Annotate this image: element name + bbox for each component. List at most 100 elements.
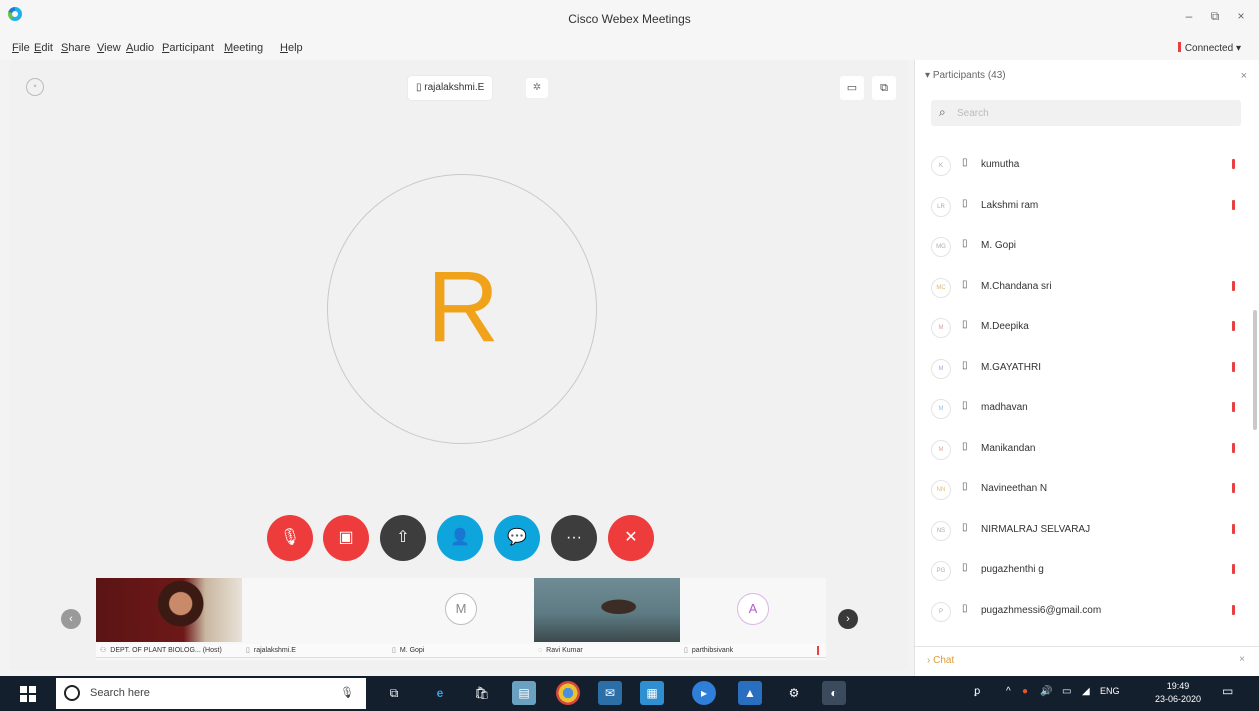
participant-search[interactable]: ⌕ bbox=[931, 100, 1241, 126]
chat-button[interactable]: 💬 bbox=[494, 515, 540, 561]
leave-meeting-button[interactable]: ✕ bbox=[608, 515, 654, 561]
muted-icon[interactable] bbox=[1232, 442, 1235, 453]
network-icon[interactable]: ◢ bbox=[1082, 686, 1090, 697]
app-icon[interactable]: ▤ bbox=[512, 681, 536, 705]
muted-icon bbox=[817, 646, 819, 655]
volume-icon[interactable]: 🔊 bbox=[1040, 686, 1052, 697]
more-options-button[interactable]: ··· bbox=[551, 515, 597, 561]
participant-avatar: P bbox=[931, 601, 951, 622]
chat-close-icon[interactable]: × bbox=[1239, 654, 1245, 665]
settings-icon[interactable]: ⚙ bbox=[782, 681, 806, 705]
meeting-info-icon[interactable]: ◦ bbox=[26, 78, 44, 96]
thumbnails-next-button[interactable]: › bbox=[838, 609, 858, 629]
muted-icon[interactable] bbox=[1232, 564, 1235, 574]
muted-icon[interactable] bbox=[1232, 321, 1235, 331]
thumbnail-label: ▯ parthibsivank bbox=[680, 644, 826, 658]
participant-row[interactable]: K ▯ kumutha bbox=[915, 146, 1255, 187]
muted-icon[interactable] bbox=[1232, 604, 1235, 615]
zoom-icon[interactable]: ▸ bbox=[692, 681, 716, 705]
participant-row[interactable]: M ▯ M.Deepika bbox=[915, 308, 1255, 349]
device-icon: ▯ bbox=[962, 481, 968, 492]
notifications-icon[interactable]: ▭ bbox=[1222, 684, 1233, 698]
maximize-button[interactable]: ⧉ bbox=[1206, 9, 1224, 24]
close-window-button[interactable]: × bbox=[1232, 9, 1250, 23]
participant-row[interactable]: M ▯ M.GAYATHRI bbox=[915, 349, 1255, 390]
chrome-icon[interactable] bbox=[556, 681, 580, 705]
menu-help[interactable]: Help bbox=[280, 42, 303, 54]
muted-icon[interactable] bbox=[1232, 483, 1235, 493]
muted-icon[interactable] bbox=[1232, 361, 1235, 372]
battery-icon[interactable]: ▭ bbox=[1062, 686, 1071, 697]
tray-chevron-icon[interactable]: ^ bbox=[1006, 686, 1011, 697]
muted-icon[interactable] bbox=[1232, 280, 1235, 291]
participants-panel: ▾ Participants (43) × ⌕ K ▯ kumutha LR ▯ Lak… bbox=[914, 60, 1259, 676]
participant-row[interactable]: NS ▯ NIRMALRAJ SELVARAJ bbox=[915, 511, 1255, 552]
search-icon: ⌕ bbox=[939, 105, 946, 119]
taskbar-search-box[interactable]: Search here 🎙 bbox=[56, 678, 366, 709]
participant-row[interactable]: MC ▯ M.Chandana sri bbox=[915, 268, 1255, 309]
stop-video-button[interactable]: ▣ bbox=[323, 515, 369, 561]
thumbnail-label: ⚇ DEPT. OF PLANT BIOLOG... (Host) bbox=[96, 644, 242, 658]
store-icon[interactable]: 🛍 bbox=[470, 681, 494, 705]
menu-share[interactable]: Share bbox=[61, 42, 90, 54]
pin-icon[interactable]: ✲ bbox=[526, 78, 548, 98]
task-view-icon[interactable]: ⧉ bbox=[382, 681, 406, 705]
muted-icon[interactable] bbox=[1232, 402, 1235, 412]
tray-app-icon[interactable]: ● bbox=[1022, 686, 1028, 697]
connection-status[interactable]: Connected ▾ bbox=[1177, 42, 1241, 54]
participants-button[interactable]: 👤 bbox=[437, 515, 483, 561]
participant-avatar: NS bbox=[931, 520, 951, 541]
participant-name: Navineethan N bbox=[981, 483, 1048, 494]
menu-audio[interactable]: Audio bbox=[126, 42, 154, 54]
menu-file[interactable]: File bbox=[12, 42, 30, 54]
panel-close-icon[interactable]: × bbox=[1241, 70, 1247, 82]
menu-participant[interactable]: Participant bbox=[162, 42, 214, 54]
muted-icon[interactable] bbox=[1232, 199, 1235, 210]
thumbnail-avatar: A bbox=[737, 593, 769, 625]
participant-thumbnail[interactable]: M ▯ M. Gopi bbox=[388, 578, 534, 660]
thumbnails-prev-button[interactable]: ‹ bbox=[61, 609, 81, 629]
participant-thumbnail[interactable]: ◌ Ravi Kumar bbox=[534, 578, 680, 660]
participant-row[interactable]: P ▯ pugazhmessi6@gmail.com bbox=[915, 592, 1255, 633]
minimize-button[interactable]: – bbox=[1180, 9, 1198, 23]
participant-row[interactable]: LR ▯ Lakshmi ram bbox=[915, 187, 1255, 228]
participant-thumbnail[interactable]: ▯ rajalakshmi.E bbox=[242, 578, 388, 660]
popout-icon[interactable]: ⧉ bbox=[872, 76, 896, 100]
layout-icon[interactable]: ▭ bbox=[840, 76, 864, 100]
participant-row[interactable]: M ▯ Manikandan bbox=[915, 430, 1255, 471]
mail-icon[interactable]: ✉ bbox=[598, 681, 622, 705]
participant-search-input[interactable] bbox=[957, 105, 1217, 121]
thumbnail-avatar: M bbox=[445, 593, 477, 625]
participant-list-scrollbar[interactable] bbox=[1253, 310, 1257, 430]
menu-view[interactable]: View bbox=[97, 42, 121, 54]
webex-taskbar-icon[interactable]: ◐ bbox=[822, 681, 846, 705]
language-indicator[interactable]: ENG bbox=[1100, 686, 1120, 696]
participant-row[interactable]: NN ▯ Navineethan N bbox=[915, 470, 1255, 511]
muted-icon[interactable] bbox=[1232, 523, 1235, 534]
participant-avatar: NN bbox=[931, 480, 951, 500]
muted-icon[interactable] bbox=[1232, 159, 1235, 169]
menu-meeting[interactable]: Meeting bbox=[224, 42, 263, 54]
participant-thumbnail[interactable]: ⚇ DEPT. OF PLANT BIOLOG... (Host) bbox=[96, 578, 242, 660]
windows-taskbar: Search here 🎙 ⧉ e 🛍 ▤ ✉ ▦ ▸ ▲ ⚙ ◐ ꝑ ^ ● … bbox=[0, 676, 1259, 711]
participant-row[interactable]: M ▯ madhavan bbox=[915, 389, 1255, 430]
image-viewer-icon[interactable]: ▲ bbox=[738, 681, 762, 705]
microphone-icon[interactable]: 🎙 bbox=[340, 686, 354, 699]
menu-edit[interactable]: Edit bbox=[34, 42, 53, 54]
participant-avatar: M bbox=[931, 439, 951, 460]
participant-row[interactable]: MG ▯ M. Gopi bbox=[915, 227, 1255, 268]
participant-thumbnail[interactable]: A ▯ parthibsivank bbox=[680, 578, 826, 660]
device-icon: ▯ bbox=[962, 197, 968, 209]
windows-start-icon[interactable] bbox=[20, 686, 36, 702]
participant-row[interactable]: PG ▯ pugazhenthi g bbox=[915, 551, 1255, 592]
edge-icon[interactable]: e bbox=[428, 681, 452, 705]
mute-button[interactable]: 🎙 bbox=[267, 515, 313, 561]
share-button[interactable]: ⇧ bbox=[380, 515, 426, 561]
active-speaker-chip[interactable]: ▯ rajalakshmi.E bbox=[408, 76, 493, 100]
people-icon[interactable]: ꝑ bbox=[974, 686, 980, 697]
taskbar-clock[interactable]: 19:49 23-06-2020 bbox=[1150, 680, 1206, 706]
chat-panel-header[interactable]: › Chat × bbox=[915, 646, 1259, 674]
window-title: Cisco Webex Meetings bbox=[568, 12, 691, 26]
photos-icon[interactable]: ▦ bbox=[640, 681, 664, 705]
participants-panel-header[interactable]: ▾ Participants (43) bbox=[925, 70, 1006, 81]
